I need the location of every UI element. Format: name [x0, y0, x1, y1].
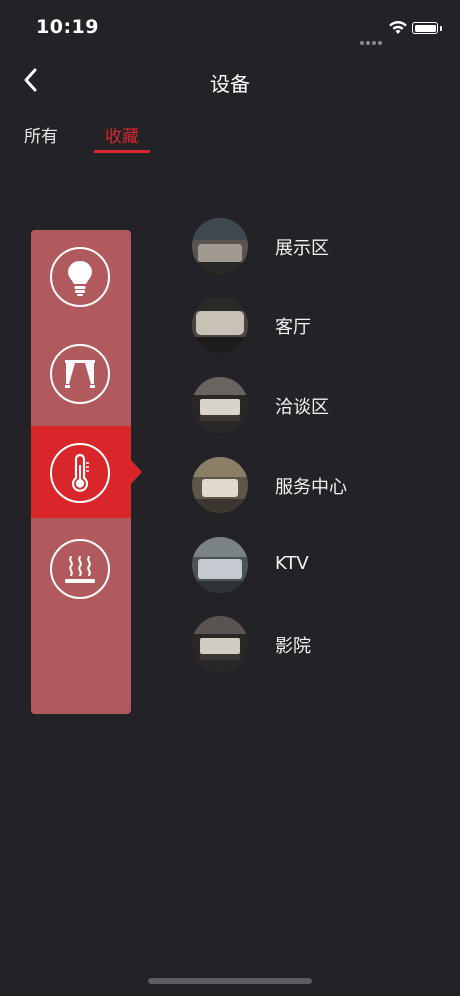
category-temperature[interactable] [31, 426, 131, 518]
room-name: 服务中心 [275, 477, 347, 498]
selected-category-pointer [131, 460, 142, 484]
room-item-cinema[interactable]: 影院 [192, 616, 432, 672]
room-thumbnail [192, 616, 248, 672]
room-name: 展示区 [275, 238, 329, 259]
room-item-meeting-area[interactable]: 洽谈区 [192, 377, 432, 433]
cellular-signal-icon [360, 30, 384, 45]
category-floor-heating[interactable] [31, 522, 131, 614]
floor-heating-icon [65, 556, 95, 583]
tab-bar: 所有 收藏 [0, 112, 460, 156]
room-thumbnail [192, 297, 248, 353]
curtain-icon [65, 360, 95, 388]
home-indicator[interactable] [148, 978, 312, 984]
status-bar: 10:19 [0, 0, 460, 56]
room-item-living-room[interactable]: 客厅 [192, 297, 432, 353]
active-tab-indicator [94, 150, 150, 153]
room-thumbnail [192, 377, 248, 433]
room-name: 影院 [275, 636, 311, 657]
battery-tip [440, 26, 442, 31]
battery-icon [412, 22, 438, 34]
room-thumbnail [192, 537, 248, 593]
category-lighting[interactable] [31, 230, 131, 322]
thermometer-icon [71, 453, 89, 492]
category-panel [31, 230, 131, 714]
room-item-ktv[interactable]: KTV [192, 537, 432, 593]
room-item-service-center[interactable]: 服务中心 [192, 457, 432, 513]
room-name: KTV [275, 553, 309, 574]
status-time: 10:19 [36, 16, 99, 38]
nav-bar: 设备 [0, 56, 460, 106]
room-name: 洽谈区 [275, 397, 329, 418]
category-curtain[interactable] [31, 327, 131, 419]
tab-favorites[interactable]: 收藏 [105, 122, 139, 147]
room-thumbnail [192, 457, 248, 513]
room-name: 客厅 [275, 317, 311, 338]
page-title: 设备 [210, 72, 250, 96]
light-bulb-icon [68, 261, 92, 296]
room-thumbnail [192, 218, 248, 274]
tab-all[interactable]: 所有 [24, 122, 58, 147]
room-item-showroom[interactable]: 展示区 [192, 218, 432, 274]
wifi-icon [389, 21, 407, 34]
